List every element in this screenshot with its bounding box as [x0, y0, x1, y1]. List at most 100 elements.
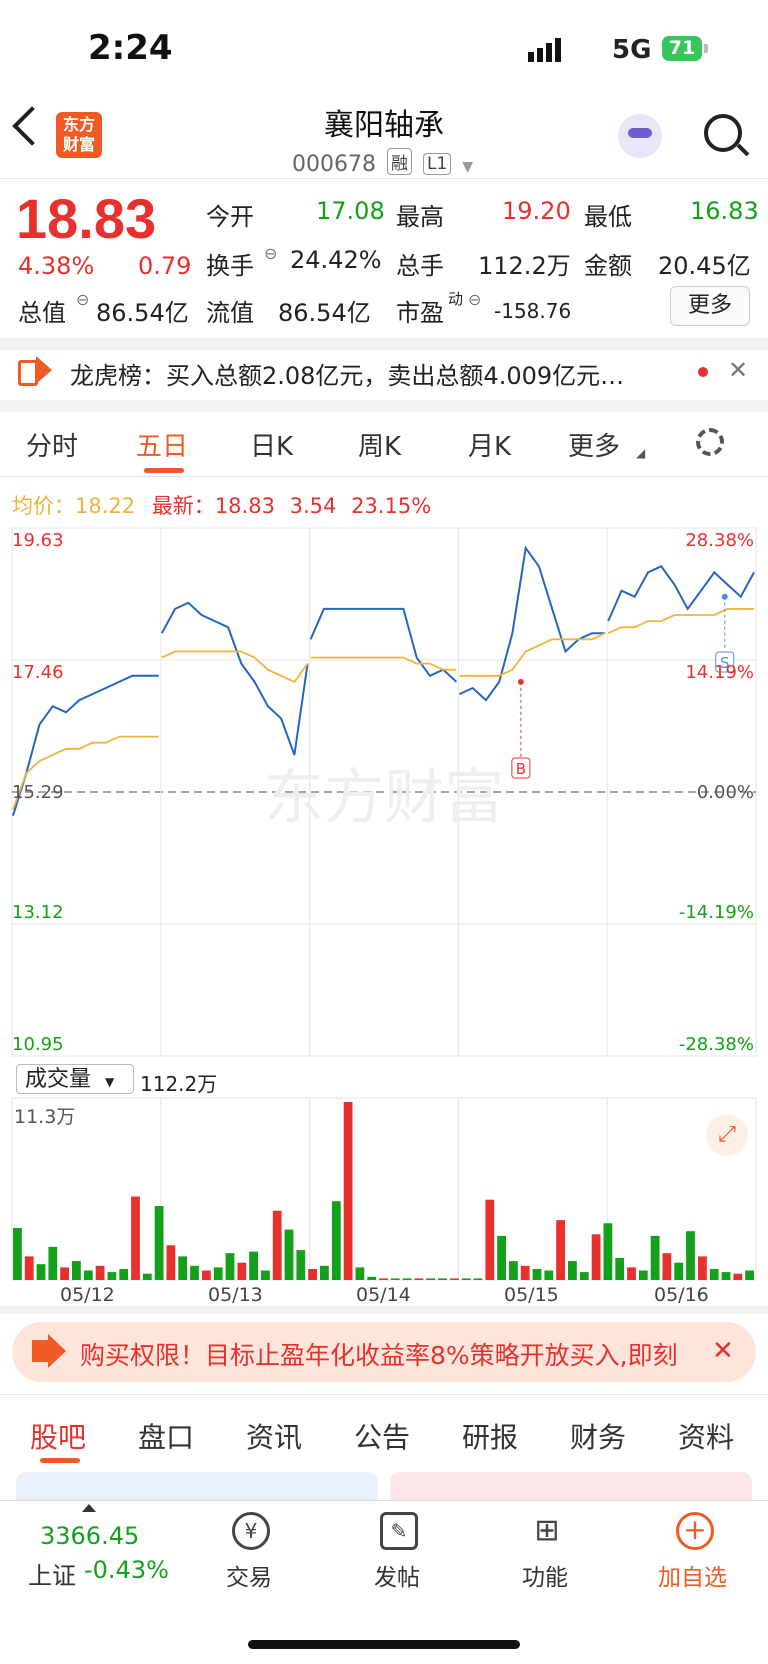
volume-bar	[698, 1256, 707, 1280]
expand-up-icon[interactable]	[82, 1504, 96, 1512]
volume-bar	[556, 1220, 565, 1280]
volume-bar	[343, 1102, 353, 1280]
volume-bar	[520, 1265, 530, 1280]
volume-bar	[95, 1265, 105, 1280]
buy-marker-dot	[517, 678, 524, 685]
volume-bar	[202, 1270, 211, 1280]
volume-bar	[272, 1210, 282, 1280]
avg-price-line	[607, 608, 754, 635]
volume-bar	[320, 1265, 329, 1280]
tab-guba[interactable]: 股吧	[30, 1416, 86, 1456]
volume-bar	[662, 1253, 672, 1280]
volume-total: 112.2万	[140, 1072, 218, 1096]
y-tick-right-1: 14.19%	[685, 662, 754, 683]
y-tick-right-2: 0.00%	[696, 782, 754, 803]
volume-bar	[485, 1199, 495, 1280]
nav-post[interactable]: 发帖	[374, 1558, 420, 1592]
price-line	[458, 545, 606, 702]
volume-bar	[190, 1265, 199, 1280]
grid-icon[interactable]: ⊞	[528, 1512, 566, 1550]
y-tick-left-3: 13.12	[12, 902, 64, 923]
nav-functions[interactable]: 功能	[522, 1558, 568, 1592]
edit-icon[interactable]: ✎	[380, 1512, 418, 1550]
volume-bar	[402, 1278, 412, 1280]
promo-text[interactable]: 购买权限！目标止盈年化收益率8%策略开放买入,即刻	[80, 1336, 700, 1372]
index-name[interactable]: 上证	[28, 1556, 76, 1591]
volume-bar	[438, 1278, 447, 1280]
y-tick-right-4: -28.38%	[678, 1034, 754, 1055]
yen-exchange-icon[interactable]: ¥	[232, 1512, 270, 1550]
tab-pankou[interactable]: 盘口	[138, 1416, 194, 1456]
x-date-1: 05/13	[208, 1284, 263, 1306]
volume-bar	[450, 1278, 459, 1280]
y-tick-right-3: -14.19%	[678, 902, 754, 923]
tab-research[interactable]: 研报	[462, 1416, 518, 1456]
volume-bar	[48, 1246, 58, 1280]
volume-bar	[461, 1278, 471, 1280]
volume-bar	[131, 1196, 140, 1280]
five-day-price-chart[interactable]: 东方财富 BS	[0, 0, 768, 1663]
x-date-3: 05/15	[504, 1284, 559, 1306]
volume-bar	[603, 1223, 613, 1280]
close-icon[interactable]: ✕	[712, 1336, 734, 1366]
volume-bar	[331, 1201, 341, 1280]
volume-bar	[568, 1261, 577, 1280]
volume-bar	[24, 1256, 34, 1280]
volume-bar	[72, 1261, 81, 1280]
y-tick-left-0: 19.63	[12, 530, 64, 551]
index-change[interactable]: -0.43%	[84, 1556, 169, 1584]
volume-bar	[721, 1272, 731, 1280]
volume-bar	[36, 1264, 46, 1280]
add-icon[interactable]: +	[676, 1512, 714, 1550]
tab-news[interactable]: 资讯	[246, 1416, 302, 1456]
y-tick-left-1: 17.46	[12, 662, 64, 683]
volume-indicator-dropdown[interactable]: 成交量 ▼	[16, 1064, 134, 1094]
volume-bar	[60, 1267, 69, 1280]
volume-bar	[674, 1262, 684, 1280]
volume-bar	[615, 1257, 625, 1280]
volume-bar	[509, 1261, 518, 1280]
x-date-2: 05/14	[356, 1284, 411, 1306]
volume-bar	[709, 1269, 719, 1280]
volume-bar	[13, 1228, 22, 1280]
volume-bar	[426, 1278, 436, 1280]
volume-bar	[733, 1273, 743, 1280]
content-card-left[interactable]	[16, 1472, 378, 1502]
volume-bar	[579, 1272, 589, 1280]
volume-bar	[686, 1231, 695, 1280]
content-card-right[interactable]	[390, 1472, 752, 1502]
volume-bar	[379, 1278, 388, 1280]
volume-bar	[544, 1270, 554, 1280]
price-line	[607, 565, 755, 622]
volume-bar	[249, 1251, 258, 1280]
active-tab-indicator	[40, 1458, 80, 1463]
volume-bar	[627, 1267, 636, 1280]
tab-announcement[interactable]: 公告	[354, 1416, 410, 1456]
x-date-0: 05/12	[60, 1284, 115, 1306]
price-line	[309, 607, 458, 683]
volume-bar	[107, 1272, 117, 1280]
volume-bar	[745, 1270, 754, 1280]
buy-marker-label: B	[516, 760, 526, 778]
nav-trade[interactable]: 交易	[226, 1558, 272, 1592]
volume-max-label: 11.3万	[14, 1106, 76, 1128]
expand-icon[interactable]: ⤢	[706, 1114, 748, 1156]
volume-frame	[11, 1097, 757, 1281]
volume-bar	[308, 1269, 317, 1280]
y-tick-right-0: 28.38%	[685, 530, 754, 551]
volume-bar	[355, 1267, 365, 1280]
volume-bar	[414, 1278, 424, 1280]
index-value[interactable]: 3366.45	[40, 1522, 139, 1550]
megaphone-icon-cone	[48, 1334, 66, 1368]
chevron-down-icon: ▼	[105, 1075, 115, 1089]
volume-bar	[367, 1276, 377, 1280]
volume-bar	[638, 1270, 648, 1280]
nav-add-watchlist[interactable]: 加自选	[658, 1558, 727, 1592]
tab-finance[interactable]: 财务	[570, 1416, 626, 1456]
home-indicator	[248, 1640, 520, 1649]
volume-bar	[83, 1270, 93, 1280]
tab-profile[interactable]: 资料	[678, 1416, 734, 1456]
volume-bar	[178, 1256, 188, 1280]
volume-bar	[213, 1267, 223, 1280]
volume-bar	[237, 1262, 247, 1280]
